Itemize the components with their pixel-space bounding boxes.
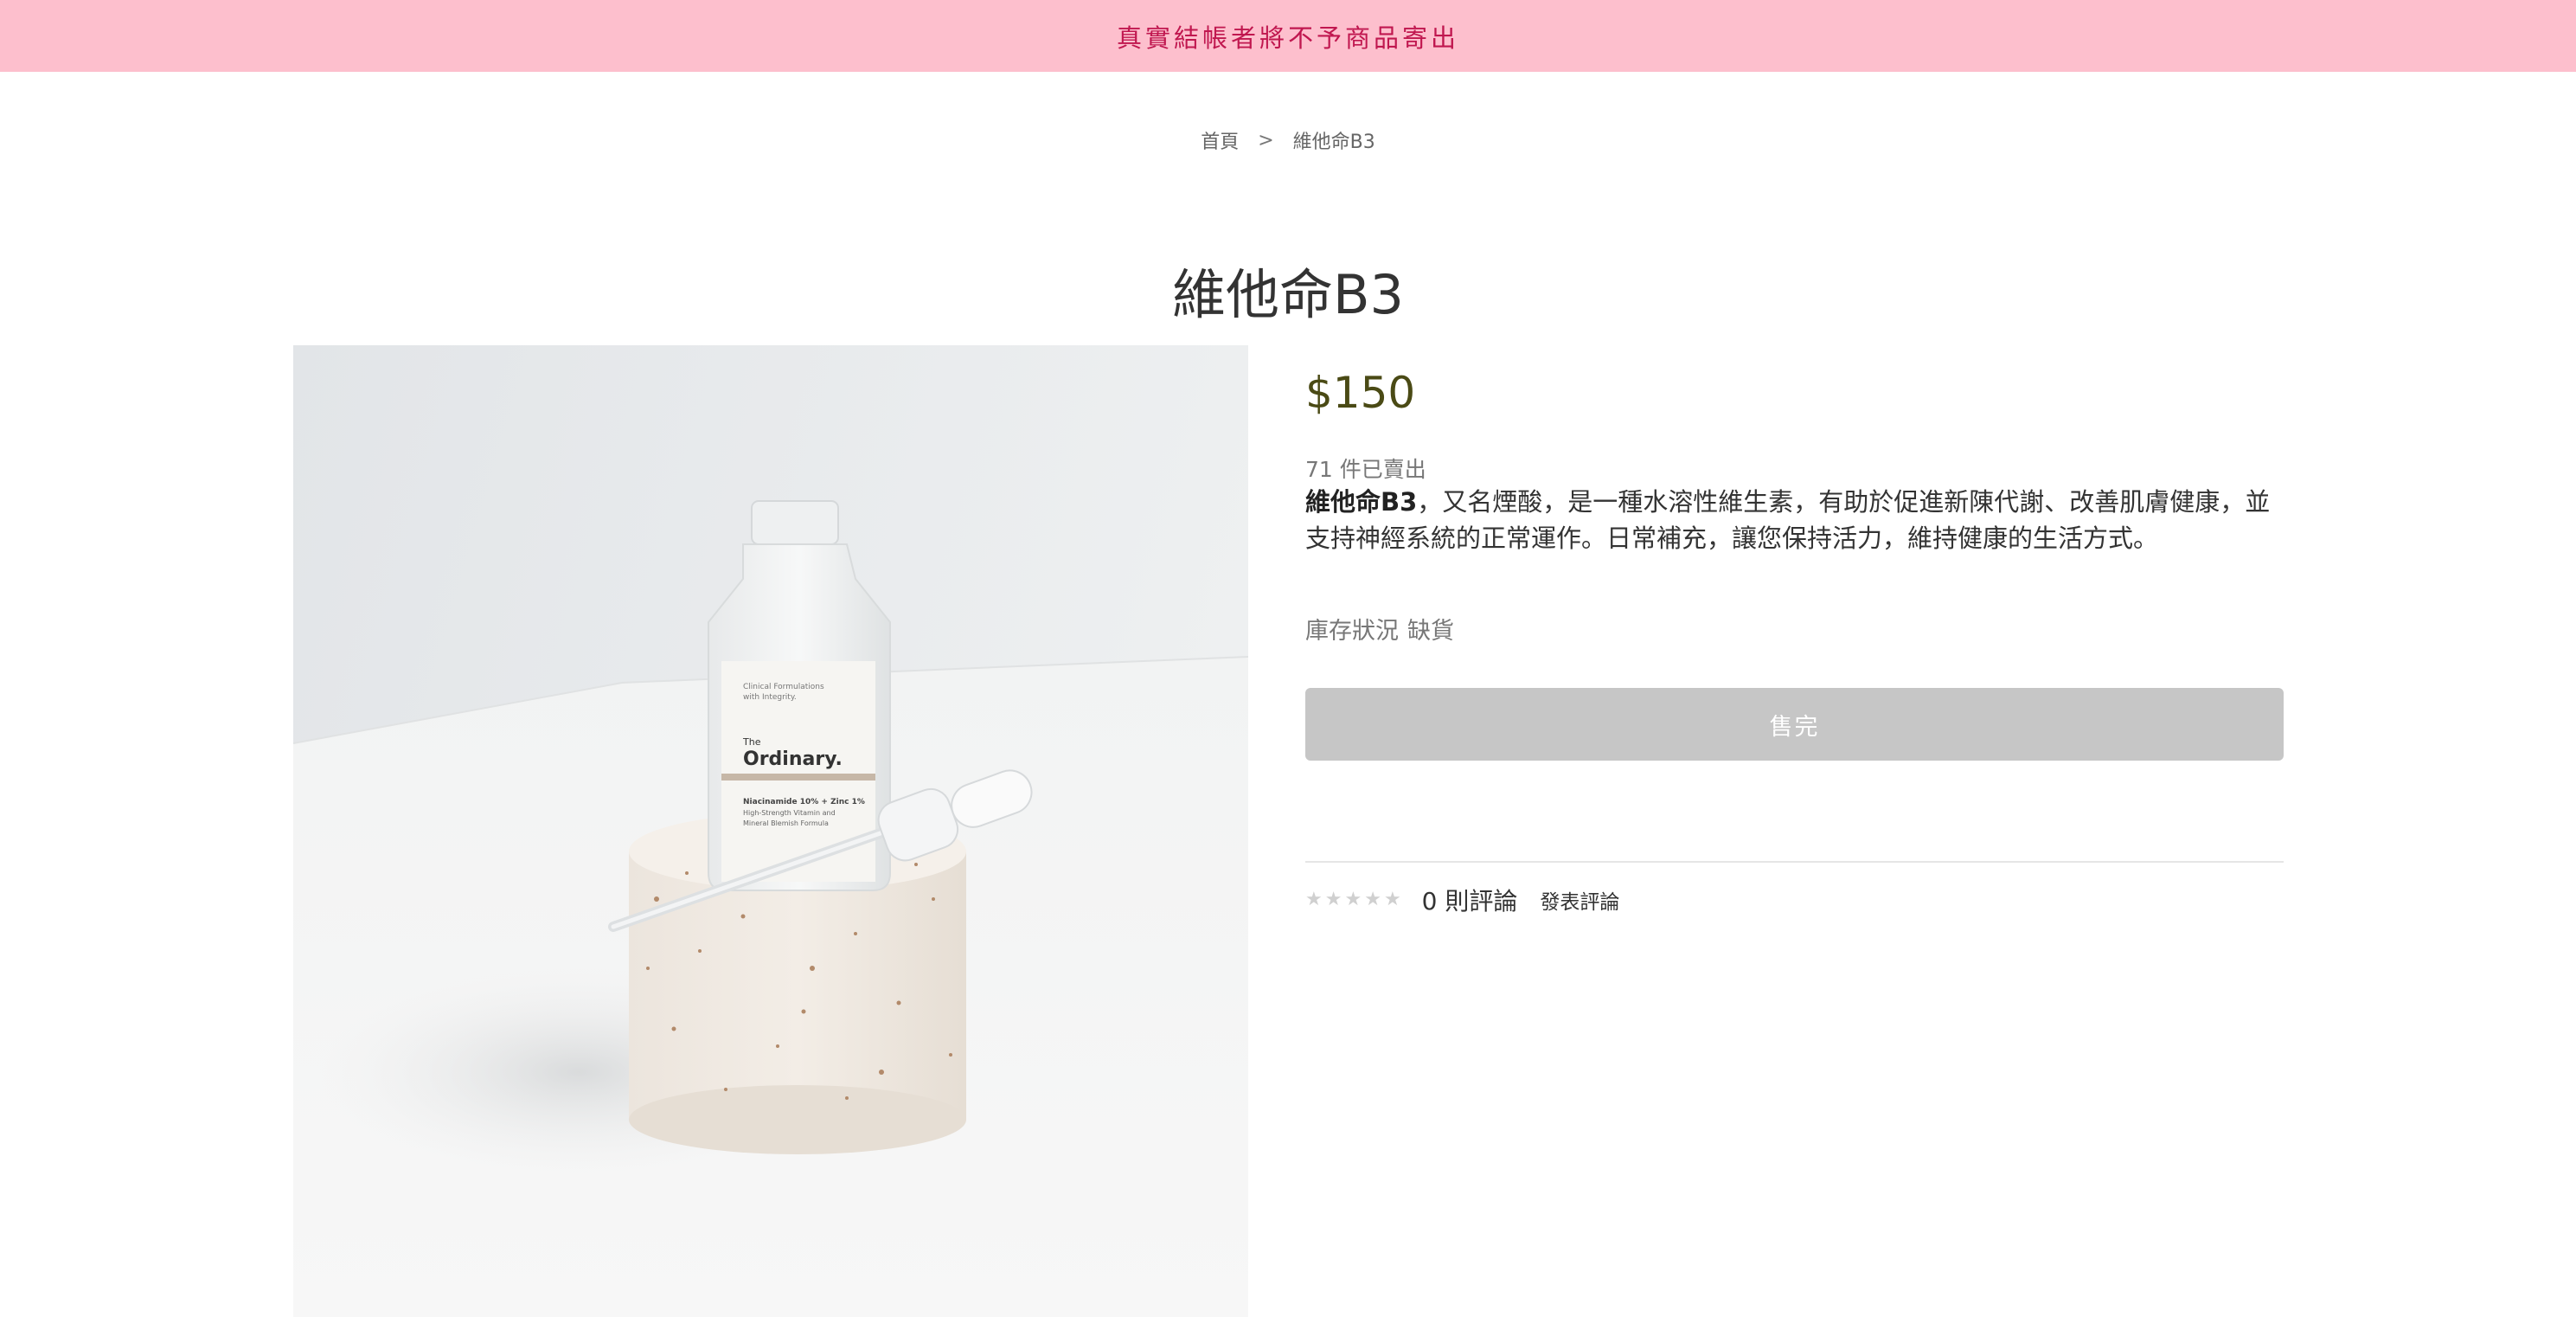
breadcrumb: 首頁 > 維他命B3: [0, 126, 2576, 154]
svg-text:Niacinamide 10% + Zinc 1%: Niacinamide 10% + Zinc 1%: [743, 798, 865, 806]
star-icon: ★: [1324, 889, 1342, 910]
breadcrumb-home-link[interactable]: 首頁: [1201, 126, 1239, 154]
svg-text:Clinical Formulations: Clinical Formulations: [743, 683, 824, 691]
svg-text:High-Strength Vitamin and: High-Strength Vitamin and: [743, 809, 836, 817]
description-lead: 維他命B3: [1305, 487, 1418, 517]
svg-text:with Integrity.: with Integrity.: [743, 693, 797, 702]
stock-value: 缺貨: [1407, 618, 1454, 645]
write-review-link[interactable]: 發表評論: [1540, 885, 1619, 915]
star-rating: ★ ★ ★ ★ ★: [1305, 890, 1401, 909]
soldout-button[interactable]: 售完: [1305, 688, 2284, 761]
star-icon: ★: [1305, 889, 1323, 910]
product-title: 維他命B3: [1172, 263, 1404, 326]
product-image[interactable]: Clinical Formulations with Integrity. Th…: [293, 345, 1248, 1317]
product-price: $150: [1305, 368, 1416, 418]
breadcrumb-current: 維他命B3: [1292, 132, 1375, 153]
product-description: 維他命B3，又名煙酸，是一種水溶性維生素，有助於促進新陳代謝、改善肌膚健康，並支…: [1305, 484, 2284, 556]
star-icon: ★: [1364, 889, 1381, 910]
reviews-summary: ★ ★ ★ ★ ★ 0 則評論 發表評論: [1305, 883, 1619, 916]
stock-status: 庫存狀況 缺貨: [1305, 612, 1454, 646]
star-icon: ★: [1344, 889, 1362, 910]
divider: [1305, 861, 2284, 863]
description-body: ，又名煙酸，是一種水溶性維生素，有助於促進新陳代謝、改善肌膚健康，並支持神經系統…: [1305, 487, 2271, 553]
star-icon: ★: [1383, 889, 1401, 910]
stock-label: 庫存狀況: [1305, 618, 1399, 645]
svg-text:Mineral Blemish Formula: Mineral Blemish Formula: [743, 819, 829, 827]
sold-count: 71 件已賣出: [1305, 457, 1426, 482]
breadcrumb-separator: >: [1258, 129, 1274, 151]
announcement-bar: 真實結帳者將不予商品寄出: [0, 0, 2576, 72]
review-count[interactable]: 0 則評論: [1422, 883, 1518, 917]
announcement-text: 真實結帳者將不予商品寄出: [1116, 22, 1459, 53]
svg-text:Ordinary.: Ordinary.: [743, 748, 843, 770]
svg-text:The: The: [742, 736, 761, 748]
